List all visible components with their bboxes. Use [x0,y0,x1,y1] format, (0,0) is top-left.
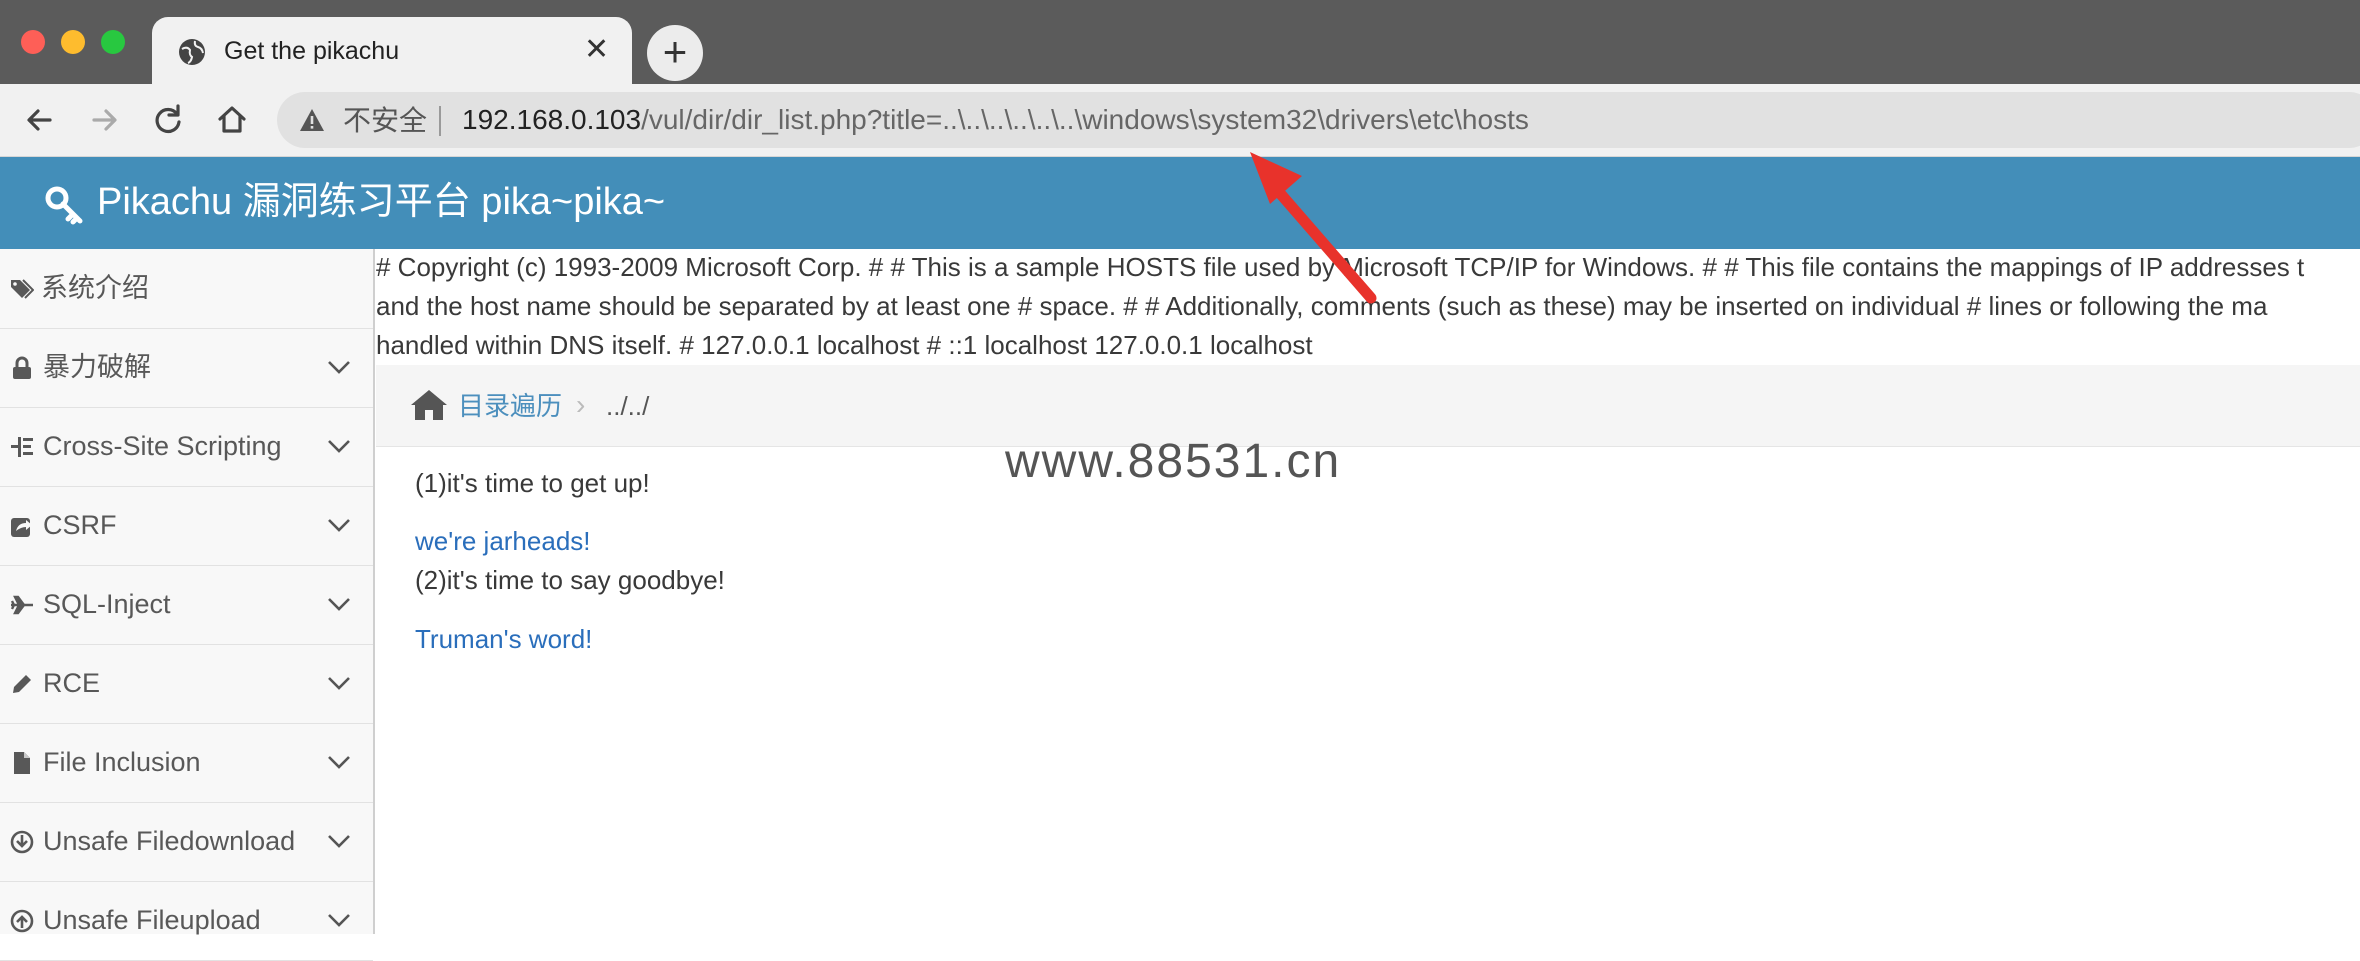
share-square-icon [11,518,32,537]
address-bar-divider [439,106,441,136]
sidebar-item-rce[interactable]: RCE [0,644,373,724]
window-minimize-button[interactable] [61,30,85,54]
warning-icon[interactable] [299,108,325,132]
chevron-down-icon [328,835,350,848]
chevron-down-icon [328,440,350,453]
pencil-icon [13,675,31,693]
breadcrumb: 目录遍历 › ../../ [376,365,2360,447]
sidebar-item-xss[interactable]: Cross-Site Scripting [0,407,373,487]
tab-title: Get the pikachu [224,37,400,65]
download-circle-icon [10,830,34,854]
sidebar-item-label: 系统介绍 [41,273,149,303]
content-link[interactable]: we're jarheads! [415,524,591,558]
browser-tab[interactable]: Get the pikachu ✕ [152,17,632,84]
site-header: Pikachu 漏洞练习平台 pika~pika~ [0,157,2360,249]
home-icon[interactable] [410,389,448,421]
annotation-arrow-icon [1250,152,1377,304]
sidebar-item-label: Cross-Site Scripting [43,431,282,461]
reload-icon[interactable] [148,100,188,140]
sidebar-item-label: CSRF [43,510,117,540]
security-status-label[interactable]: 不安全 [343,104,427,138]
chevron-down-icon [328,677,350,690]
sidebar-item-unsafe-fileupload[interactable]: Unsafe Fileupload [0,881,373,961]
home-icon[interactable] [212,100,252,140]
sidebar-item-system-intro[interactable]: 系统介绍 [0,249,373,329]
sidebar-item-label: SQL-Inject [43,589,171,619]
sidebar-item-label: File Inclusion [43,747,201,777]
sidebar-nav: 系统介绍 暴力破解 Cross-Site Scripting CSRF SQL-… [0,249,375,961]
content-text: (2)it's time to say goodbye! [415,565,725,595]
forward-arrow-icon[interactable] [84,100,124,140]
list-tree-icon [11,437,33,457]
browser-tab-bar: Get the pikachu ✕ + [0,0,2360,84]
plane-icon [10,595,33,615]
sidebar-item-sql-inject[interactable]: SQL-Inject [0,565,373,645]
sidebar-item-brute-force[interactable]: 暴力破解 [0,328,373,408]
file-icon [14,752,30,774]
chevron-down-icon [328,519,350,532]
url-path: /vul/dir/dir_list.php?title=..\..\..\..\… [641,104,1529,135]
globe-icon [179,39,205,65]
chevron-down-icon [328,361,350,374]
chevron-down-icon [328,914,350,927]
content-link[interactable]: Truman's word! [415,622,592,656]
close-tab-icon[interactable]: ✕ [584,33,609,67]
breadcrumb-link[interactable]: 目录遍历 [458,389,562,423]
window-close-button[interactable] [21,30,45,54]
new-tab-button[interactable]: + [647,25,703,81]
chevron-down-icon [328,598,350,611]
breadcrumb-current: ../../ [606,391,650,421]
sidebar-item-csrf[interactable]: CSRF [0,486,373,566]
sidebar-item-label: 暴力破解 [43,352,151,382]
watermark: www.88531.cn [1005,435,1342,488]
output-line: handled within DNS itself. # 127.0.0.1 l… [376,330,1313,360]
url-text[interactable]: 192.168.0.103/vul/dir/dir_list.php?title… [462,103,1529,137]
sidebar-item-label: RCE [43,668,101,698]
lock-icon [13,356,31,379]
chevron-down-icon [328,756,350,769]
sidebar-item-label: Unsafe Fileupload [43,905,261,935]
site-title[interactable]: Pikachu 漏洞练习平台 pika~pika~ [97,179,665,225]
sidebar-item-unsafe-filedownload[interactable]: Unsafe Filedownload [0,802,373,882]
browser-toolbar: 不安全 192.168.0.103/vul/dir/dir_list.php?t… [0,84,2360,157]
content-text: (1)it's time to get up! [415,468,650,498]
sidebar-item-label: Unsafe Filedownload [43,826,296,856]
sidebar-item-file-inclusion[interactable]: File Inclusion [0,723,373,803]
url-host: 192.168.0.103 [462,104,642,135]
tags-icon [11,279,34,299]
back-arrow-icon[interactable] [20,100,60,140]
key-icon [45,186,83,225]
breadcrumb-separator: › [576,389,586,420]
upload-circle-icon [10,909,34,933]
window-zoom-button[interactable] [101,30,125,54]
